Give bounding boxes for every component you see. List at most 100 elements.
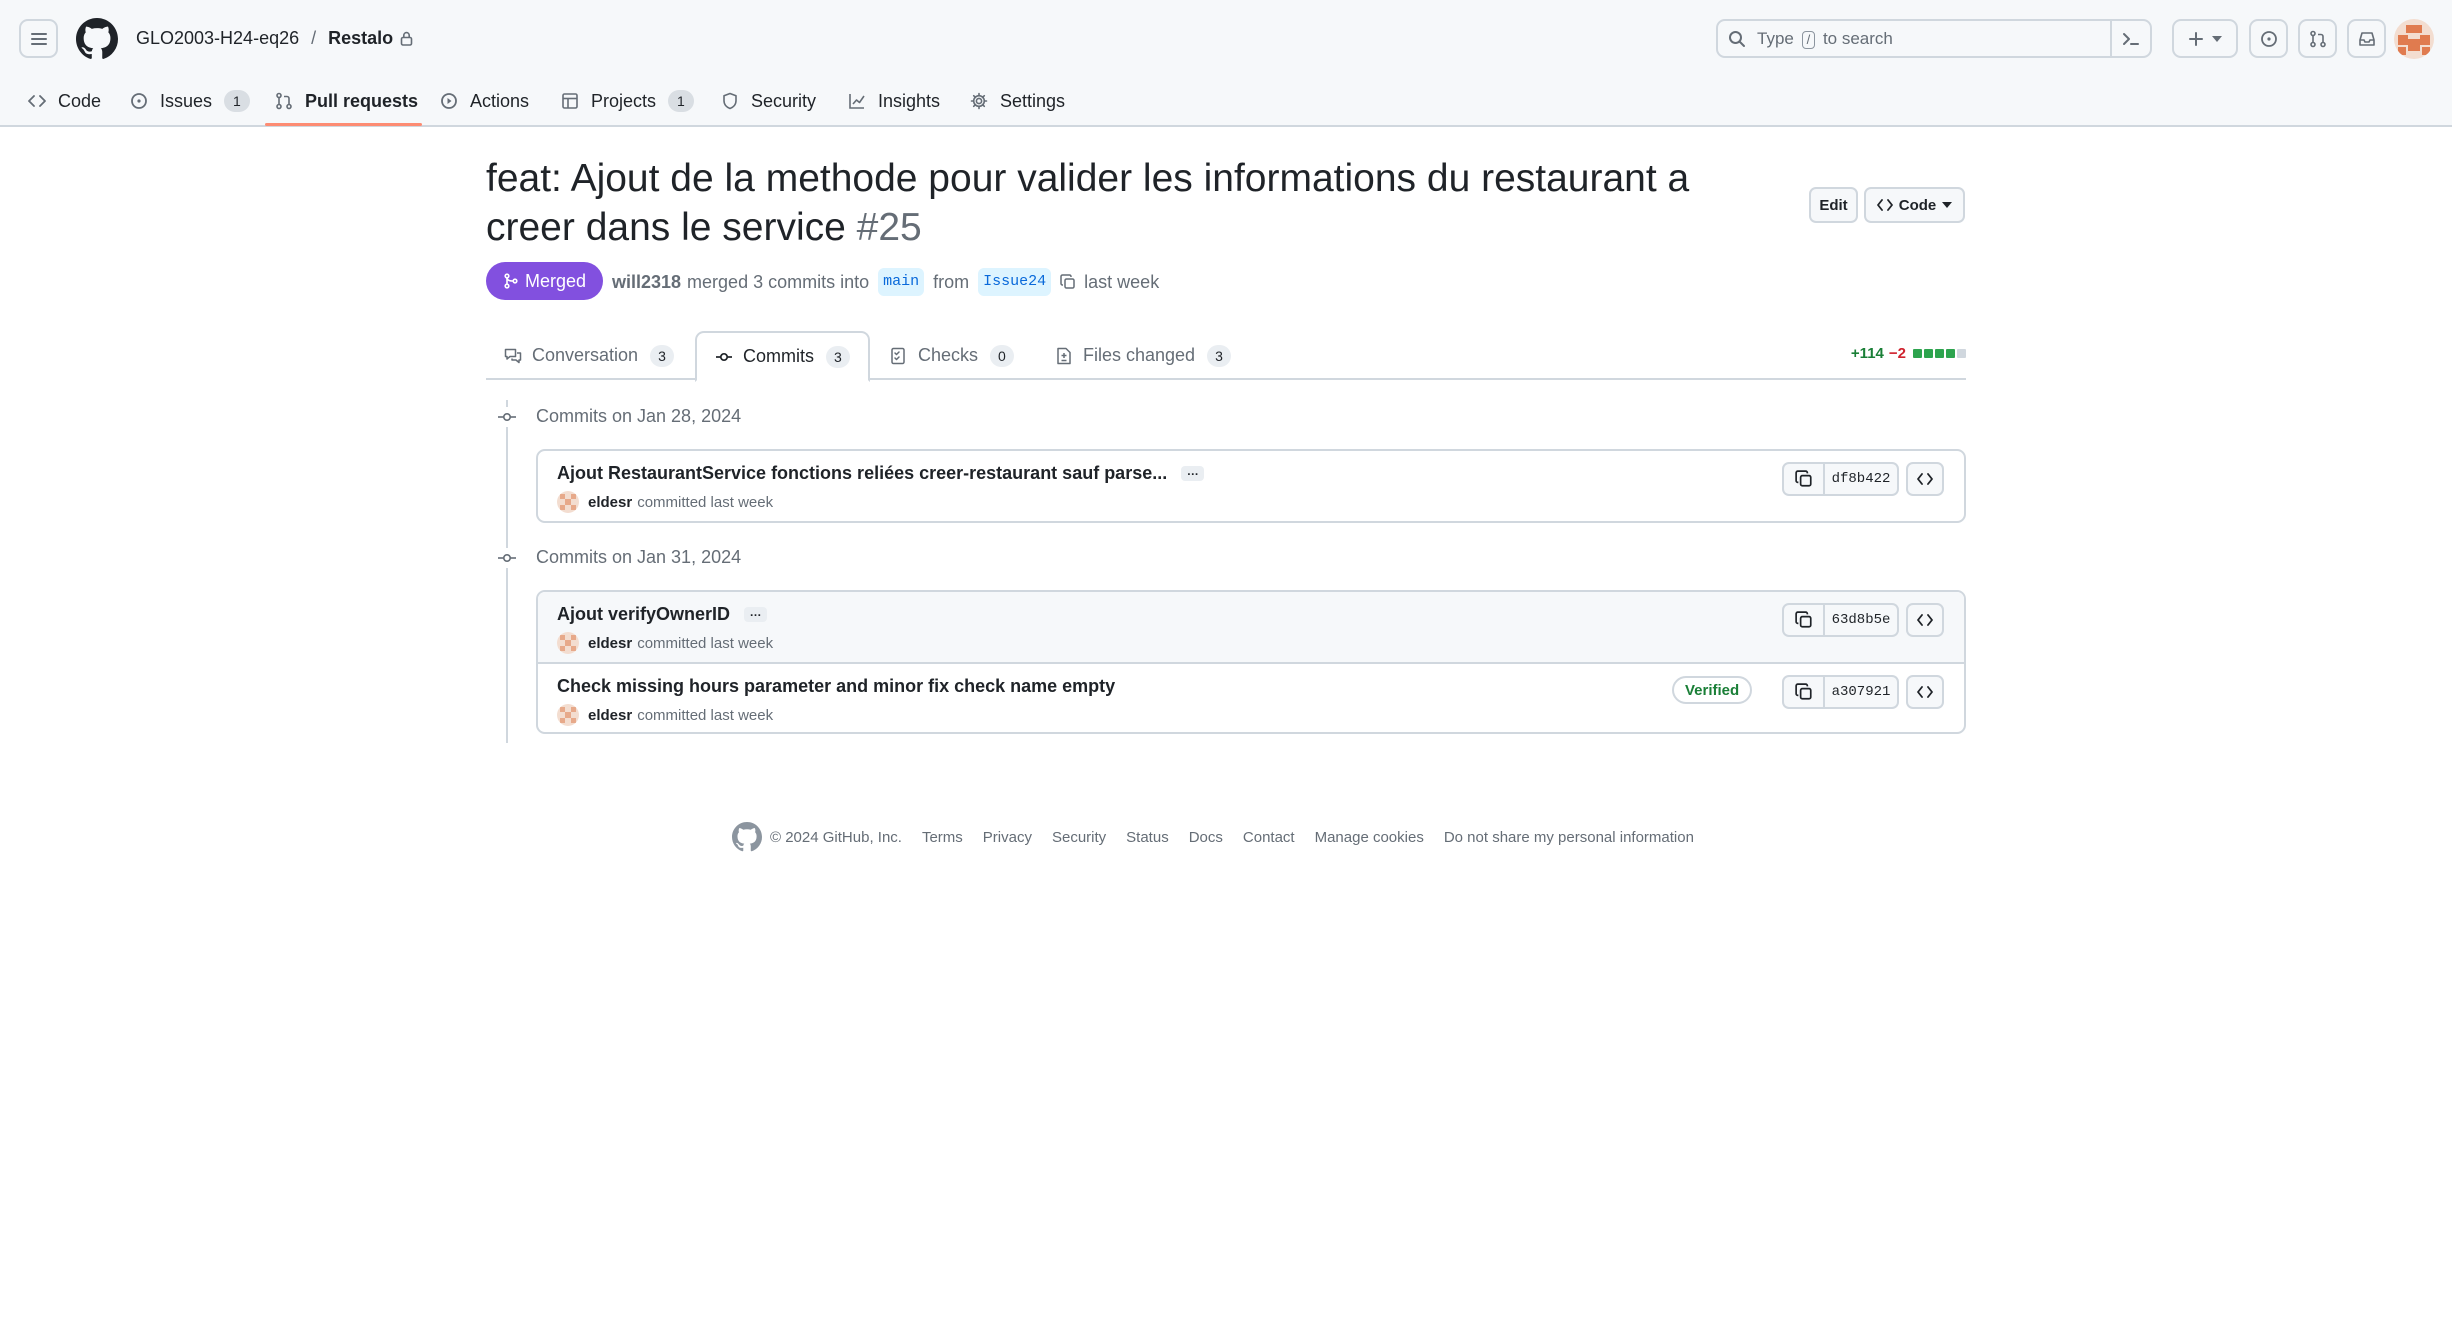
issue-opened-icon xyxy=(131,93,147,109)
play-icon xyxy=(441,93,457,109)
github-logo-icon[interactable] xyxy=(76,18,118,60)
commit-sha-link[interactable]: df8b422 xyxy=(1825,462,1899,496)
diffstat-block xyxy=(1935,349,1944,358)
commit-message-link[interactable]: Check missing hours parameter and minor … xyxy=(557,676,1115,697)
graph-icon xyxy=(849,94,865,109)
command-palette-button[interactable] xyxy=(2110,21,2150,56)
footer-copyright: © 2024 GitHub, Inc. xyxy=(770,828,902,846)
commit-actions: 63d8b5e xyxy=(1782,603,1944,637)
git-pull-request-icon xyxy=(276,92,292,110)
commit-author[interactable]: eldesr xyxy=(588,707,632,724)
diffstat-additions: +114 xyxy=(1850,345,1884,362)
commit-row: Ajout RestaurantService fonctions reliée… xyxy=(538,451,1964,521)
tab-security-label: Security xyxy=(751,90,817,111)
expand-message-button[interactable]: … xyxy=(1181,465,1205,481)
identicon-icon xyxy=(560,494,576,510)
code-dropdown-button[interactable]: Code xyxy=(1864,187,1965,223)
projects-count: 1 xyxy=(668,90,694,112)
commit-sha-link[interactable]: 63d8b5e xyxy=(1825,603,1899,637)
head-branch[interactable]: Issue24 xyxy=(978,268,1052,296)
tab-commits[interactable]: Commits 3 xyxy=(695,331,870,382)
commit-message-link[interactable]: Ajout RestaurantService fonctions reliée… xyxy=(557,463,1167,484)
create-new-button[interactable] xyxy=(2172,19,2238,58)
commit-sha-link[interactable]: a307921 xyxy=(1825,675,1899,709)
footer-link-status[interactable]: Status xyxy=(1126,829,1169,846)
tab-code[interactable]: Code xyxy=(28,83,101,119)
search-shortcut-key: / xyxy=(1801,31,1816,49)
commit-author[interactable]: eldesr xyxy=(588,494,632,511)
footer-link-terms[interactable]: Terms xyxy=(922,829,963,846)
issues-count: 1 xyxy=(224,90,250,112)
repo-nav: Code Issues 1 Pull requests Actions Proj… xyxy=(0,76,2452,127)
commit-list: Ajout RestaurantService fonctions reliée… xyxy=(536,449,1966,523)
avatar[interactable] xyxy=(557,704,579,726)
copy-sha-button[interactable] xyxy=(1782,603,1825,637)
footer-link-security[interactable]: Security xyxy=(1052,829,1106,846)
user-avatar[interactable] xyxy=(2394,19,2434,59)
triangle-down-icon xyxy=(2212,35,2222,42)
git-pull-request-icon xyxy=(2309,30,2326,47)
tab-files-changed[interactable]: Files changed 3 xyxy=(1037,331,1249,380)
tab-settings[interactable]: Settings xyxy=(970,83,1065,119)
avatar[interactable] xyxy=(557,632,579,654)
pr-author-link[interactable]: will2318 xyxy=(612,269,681,295)
org-link[interactable]: GLO2003-H24-eq26 xyxy=(136,25,299,51)
file-diff-icon xyxy=(1057,347,1071,364)
breadcrumb-separator: / xyxy=(311,28,317,48)
browse-repo-button[interactable] xyxy=(1906,675,1944,709)
code-icon xyxy=(1917,686,1933,698)
plus-icon xyxy=(2189,31,2203,46)
commit-message-link[interactable]: Ajout verifyOwnerID xyxy=(557,604,730,625)
code-icon xyxy=(28,95,46,107)
footer-link-contact[interactable]: Contact xyxy=(1243,829,1295,846)
footer-link-privacy[interactable]: Privacy xyxy=(983,829,1032,846)
code-icon xyxy=(1917,614,1933,626)
tab-pull-requests[interactable]: Pull requests xyxy=(275,83,418,119)
search-icon xyxy=(1729,31,1745,47)
site-footer: © 2024 GitHub, Inc. Terms Privacy Securi… xyxy=(732,822,1694,852)
edit-title-button[interactable]: Edit xyxy=(1809,187,1858,223)
footer-link-manage-cookies[interactable]: Manage cookies xyxy=(1315,829,1424,846)
commit-time: committed last week xyxy=(637,634,774,652)
gear-icon xyxy=(970,92,988,110)
pr-title: feat: Ajout de la methode pour valider l… xyxy=(486,154,1766,252)
commit-time: committed last week xyxy=(637,493,774,511)
github-logo-icon[interactable] xyxy=(732,822,762,852)
menu-button[interactable] xyxy=(19,19,58,58)
tab-issues-label: Issues xyxy=(160,90,213,111)
tab-security[interactable]: Security xyxy=(721,83,816,119)
tab-checks[interactable]: Checks 0 xyxy=(872,331,1032,380)
verified-badge[interactable]: Verified xyxy=(1672,676,1753,704)
code-dropdown-label: Code xyxy=(1898,196,1937,214)
footer-link-docs[interactable]: Docs xyxy=(1189,829,1223,846)
issues-button[interactable] xyxy=(2249,19,2288,58)
footer-link-do-not-share[interactable]: Do not share my personal information xyxy=(1444,829,1694,846)
expand-message-button[interactable]: … xyxy=(744,606,768,622)
commit-author[interactable]: eldesr xyxy=(588,635,632,652)
avatar[interactable] xyxy=(557,491,579,513)
pull-requests-button[interactable] xyxy=(2298,19,2337,58)
git-commit-icon xyxy=(716,352,732,361)
tab-projects[interactable]: Projects 1 xyxy=(561,83,694,119)
search-input[interactable]: Type / to search xyxy=(1716,19,2152,58)
copy-sha-button[interactable] xyxy=(1782,462,1825,496)
merged-text: merged 3 commits into xyxy=(687,272,870,292)
tab-insights[interactable]: Insights xyxy=(848,83,940,119)
tab-actions[interactable]: Actions xyxy=(440,83,529,119)
repo-link[interactable]: Restalo xyxy=(328,25,393,51)
status-badge: Merged xyxy=(486,262,603,300)
base-branch[interactable]: main xyxy=(878,268,925,296)
inbox-button[interactable] xyxy=(2347,19,2386,58)
browse-repo-button[interactable] xyxy=(1906,603,1944,637)
search-suffix: to search xyxy=(1822,29,1893,48)
browse-repo-button[interactable] xyxy=(1906,462,1944,496)
tab-checks-count: 0 xyxy=(990,344,1014,367)
identicon-icon xyxy=(2398,25,2430,55)
header-top-row: GLO2003-H24-eq26 / Restalo Type / to sea… xyxy=(0,0,2452,76)
tab-conversation[interactable]: Conversation 3 xyxy=(486,331,692,380)
copy-sha-button[interactable] xyxy=(1782,675,1825,709)
tab-issues[interactable]: Issues 1 xyxy=(130,83,250,119)
copy-branch-icon[interactable] xyxy=(1060,274,1076,290)
terminal-icon xyxy=(2123,32,2139,45)
commit-message: Ajout RestaurantService fonctions reliée… xyxy=(557,463,1205,484)
